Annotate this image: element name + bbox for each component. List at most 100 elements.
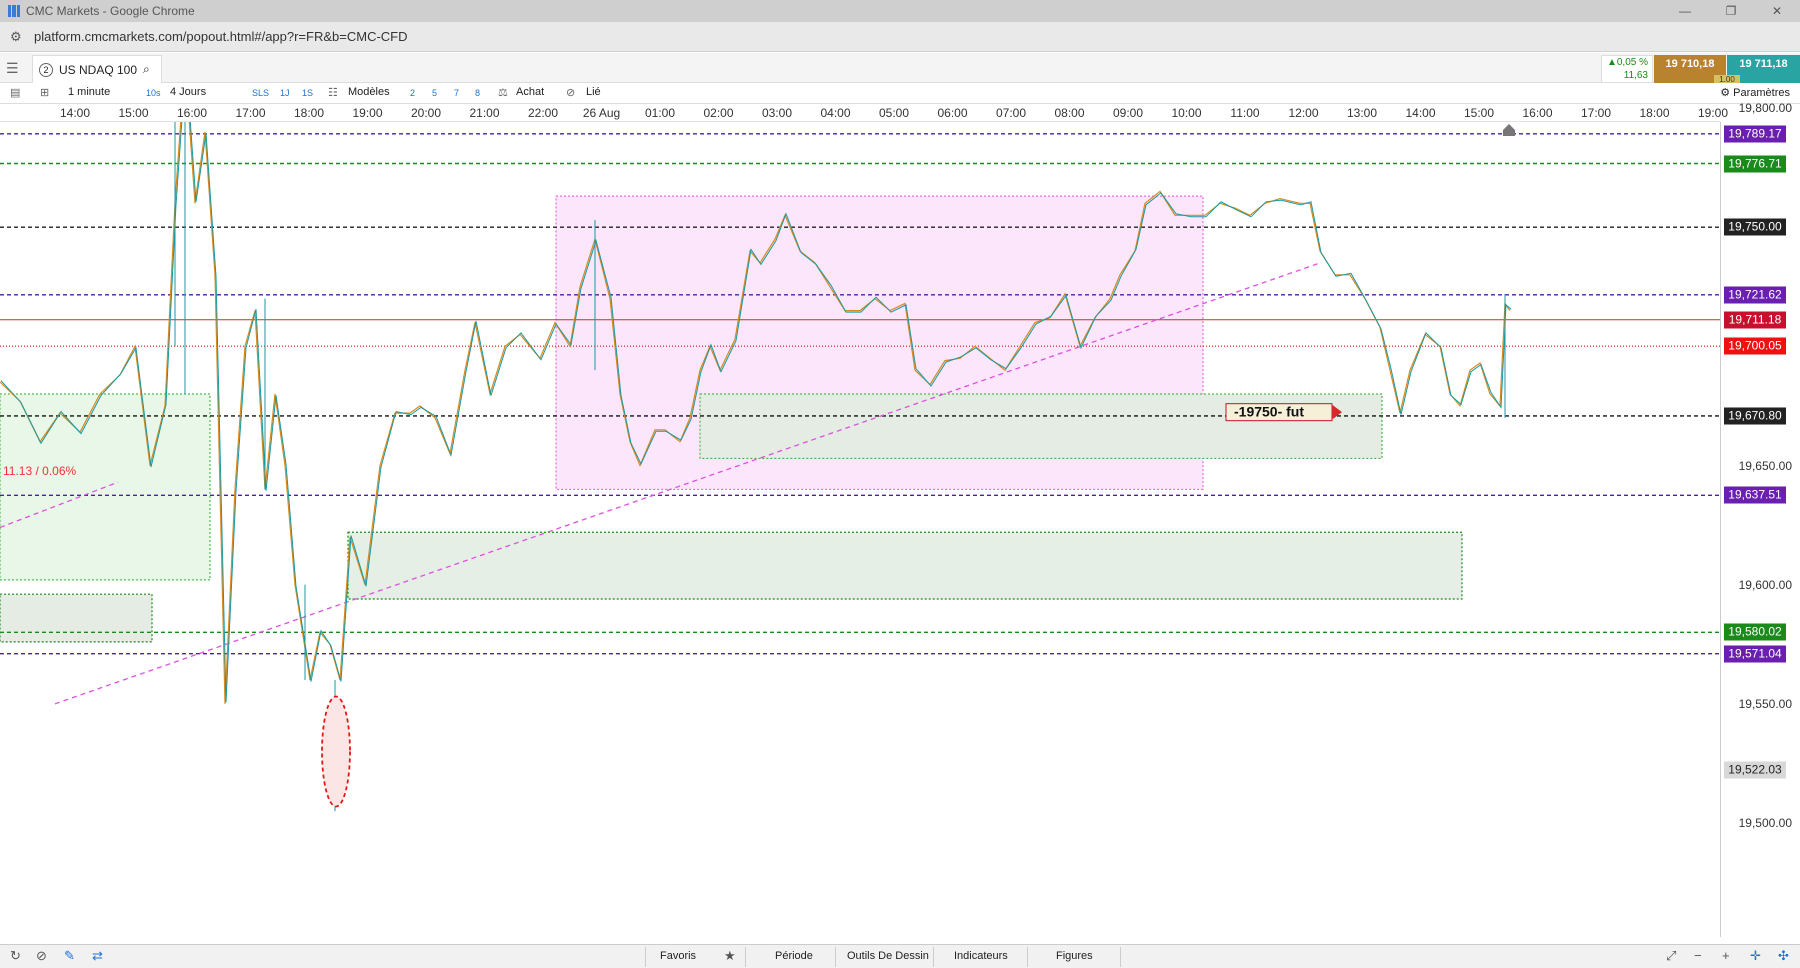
time-tick-label: 20:00 (410, 106, 442, 120)
figures-tab[interactable]: Figures (1056, 950, 1093, 962)
fit-icon[interactable]: ⤢ (1666, 948, 1676, 964)
drawing-tools-tab[interactable]: Outils De Dessin (847, 950, 929, 962)
models-icon[interactable]: ☷ (328, 86, 338, 99)
time-tick-label: 01:00 (644, 106, 676, 120)
instrument-name: US NDAQ 100 (59, 62, 138, 77)
preset-8-button[interactable]: 8 (475, 88, 480, 98)
time-tick-label: 26 Aug (582, 106, 621, 120)
search-icon[interactable]: ⌕ (143, 62, 150, 77)
price-level-tag[interactable]: 19,750.00 (1724, 218, 1786, 236)
time-tick-label: 21:00 (469, 106, 500, 120)
time-tick-label: 15:00 (118, 106, 149, 120)
sls-button[interactable]: SLS (252, 88, 269, 98)
price-tick-label: 19,650.00 (1738, 458, 1792, 473)
price-tick-label: 19,500.00 (1738, 816, 1792, 830)
time-tick-label: 09:00 (1112, 106, 1144, 120)
refresh-icon[interactable]: ↻ (10, 948, 21, 964)
period-tab[interactable]: Période (775, 950, 813, 962)
time-tick-label: 18:00 (1639, 106, 1670, 120)
time-tick-label: 10:00 (1171, 106, 1202, 120)
price-change-box: ▲0,05 % 11,63 (1601, 55, 1653, 83)
time-tick-label: 11:00 (1230, 106, 1260, 120)
instrument-bar: ☰ 2 US NDAQ 100 ⌕ (0, 53, 1800, 83)
time-tick-label: 19:00 (1697, 106, 1729, 120)
time-tick-label: 16:00 (1522, 106, 1553, 120)
time-tick-label: 17:00 (1580, 106, 1612, 120)
time-axis: 14:00 15:00 16:00 17:00 18:00 19:00 20:00 21:00… (0, 104, 1728, 122)
time-tick-label: 15:00 (1463, 106, 1495, 120)
interval-10s-button[interactable]: 10s (146, 88, 161, 98)
low-highlight-ellipse (321, 695, 351, 808)
time-tick-label: 04:00 (820, 106, 851, 120)
time-tick-label: 02:00 (703, 106, 734, 120)
restore-icon[interactable]: ❐ (1708, 0, 1754, 22)
price-level-tag[interactable]: 19,700.05 (1724, 337, 1786, 355)
linked-button[interactable]: Lié (586, 86, 601, 98)
preset-5-button[interactable]: 5 (432, 88, 437, 98)
url-text: platform.cmcmarkets.com/popout.html#/app… (34, 29, 408, 44)
fut-label-text: -19750- fut (1234, 404, 1304, 420)
price-level-tag[interactable]: 19,580.02 (1724, 623, 1786, 641)
interval-select[interactable]: 1 minute (68, 86, 110, 98)
pencil-icon[interactable]: ✎ (64, 948, 75, 964)
price-level-tag[interactable]: 19,789.17 (1724, 125, 1786, 143)
fut-label[interactable]: -19750- fut (1225, 403, 1342, 422)
price-level-tag[interactable]: 19,637.51 (1724, 486, 1786, 504)
change-points: 11,63 (1623, 70, 1648, 81)
close-icon[interactable]: ✕ (1754, 0, 1800, 22)
cancel-icon[interactable]: ⊘ (36, 948, 47, 964)
layout-grid-icon[interactable]: ⊞ (40, 86, 49, 99)
time-tick-label: 03:00 (761, 106, 793, 120)
buy-scale-icon[interactable]: ⚖ (498, 86, 508, 99)
preset-2-button[interactable]: 2 (410, 88, 415, 98)
star-icon[interactable]: ★ (724, 948, 736, 964)
crosshair-icon[interactable]: ✛ (1750, 948, 1761, 964)
preset-7-button[interactable]: 7 (454, 88, 459, 98)
range-1s-button[interactable]: 1S (302, 88, 313, 98)
time-tick-label: 22:00 (527, 106, 559, 120)
zone-left-low (0, 593, 153, 643)
minimize-icon[interactable]: — (1662, 0, 1708, 22)
indicators-tab[interactable]: Indicateurs (954, 950, 1008, 962)
price-level-tag[interactable]: 19,776.71 (1724, 155, 1786, 172)
chart-toolbar (0, 83, 1800, 104)
settings-button[interactable]: ⚙ Paramètres (1720, 86, 1790, 99)
zoom-out-icon[interactable]: − (1694, 948, 1702, 963)
price-level-tag[interactable]: 19,711.18 (1724, 311, 1786, 329)
hamburger-menu-icon[interactable]: ☰ (6, 60, 19, 77)
price-tick-label: 19,800.00 (1738, 101, 1792, 115)
time-tick-label: 05:00 (878, 106, 910, 120)
chart-list-icon[interactable]: ▤ (10, 86, 20, 99)
address-bar[interactable]: ⚙ platform.cmcmarkets.com/popout.html#/a… (0, 22, 1800, 52)
price-level-tag[interactable]: 19,522.03 (1724, 761, 1786, 779)
price-axis[interactable]: 19,800.00 19,650.00 19,600.00 19,550.00 19,5… (1720, 101, 1800, 937)
time-tick-label: 14:00 (1405, 106, 1436, 120)
home-icon (1503, 124, 1515, 136)
expand-icon[interactable]: ✣ (1778, 948, 1789, 964)
price-chart[interactable]: -19750- fut 11.13 / 0.06% (0, 122, 1720, 937)
settings-gear-icon: ⚙ (1720, 87, 1734, 99)
time-tick-label: 14:00 (59, 106, 91, 120)
zoom-in-icon[interactable]: + (1722, 948, 1730, 963)
price-level-tag[interactable]: 19,721.62 (1724, 286, 1786, 304)
cmc-logo-icon (8, 5, 20, 17)
arrows-icon[interactable]: ⇄ (92, 948, 103, 964)
instrument-tab[interactable]: 2 US NDAQ 100 ⌕ (32, 55, 162, 83)
range-select[interactable]: 4 Jours (170, 86, 206, 98)
buy-button[interactable]: Achat (516, 86, 544, 98)
time-tick-label: 16:00 (176, 106, 208, 120)
link-icon[interactable]: ⊘ (566, 86, 575, 99)
site-info-icon[interactable]: ⚙ (10, 29, 24, 44)
price-level-tag[interactable]: 19,571.04 (1724, 645, 1786, 663)
price-tick-label: 19,600.00 (1738, 577, 1792, 592)
range-1j-button[interactable]: 1J (280, 88, 290, 98)
price-level-tag[interactable]: 19,670.80 (1724, 407, 1786, 425)
favorites-tab[interactable]: Favoris (660, 950, 696, 962)
price-tick-label: 19,550.00 (1738, 696, 1792, 711)
time-tick-label: 13:00 (1346, 106, 1378, 120)
chart-canvas[interactable]: -19750- fut (0, 122, 1720, 937)
models-button[interactable]: Modèles (348, 86, 390, 98)
time-tick-label: 12:00 (1288, 106, 1319, 120)
change-percent: ▲0,05 % (1606, 57, 1648, 68)
tab-number-badge: 2 (39, 62, 53, 77)
